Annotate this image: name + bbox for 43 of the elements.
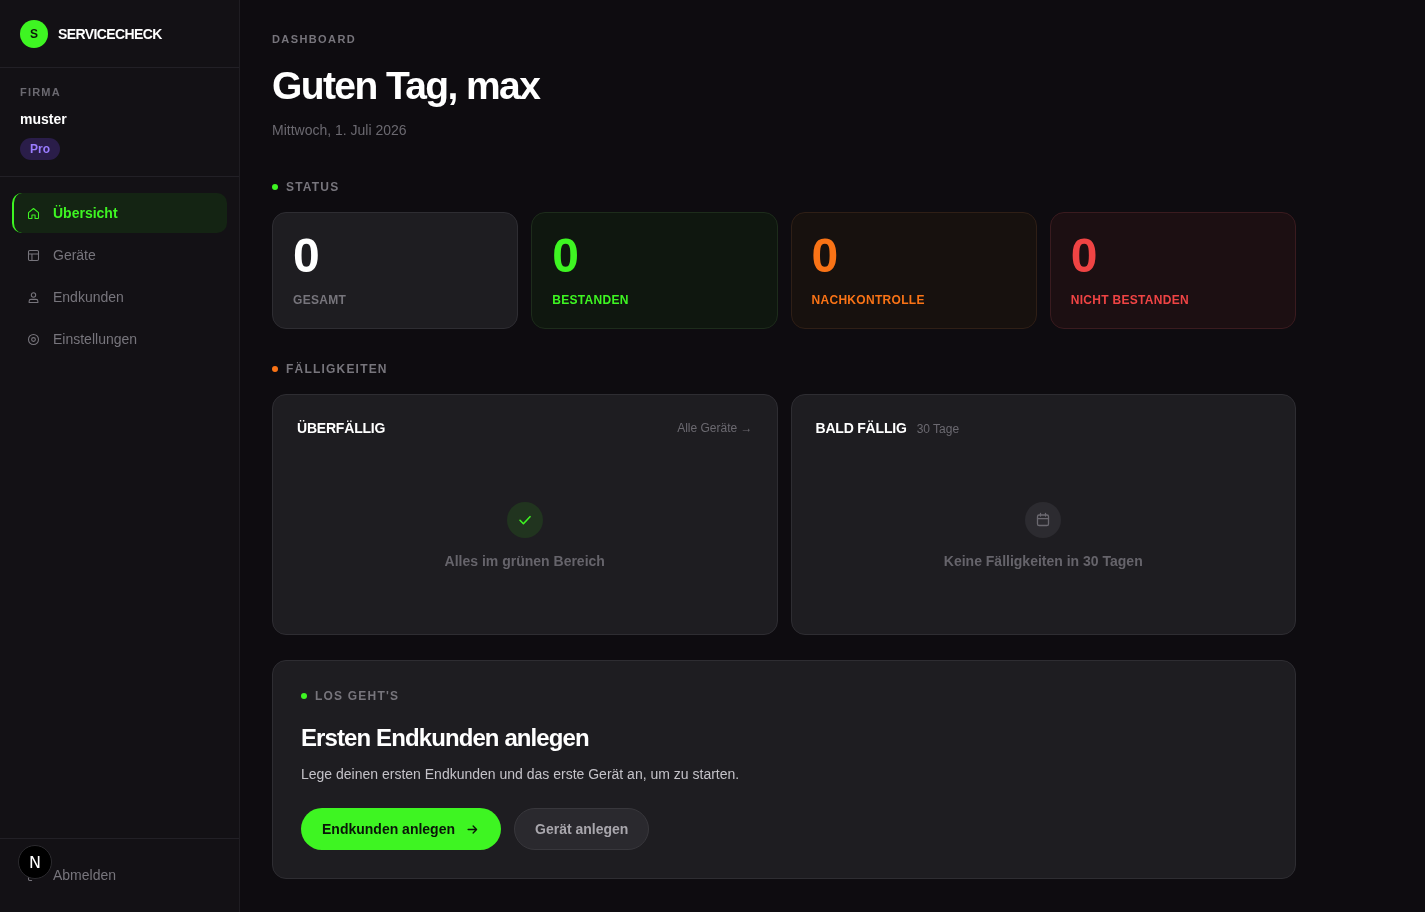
home-icon [26, 205, 41, 221]
add-device-button[interactable]: Gerät anlegen [514, 808, 650, 850]
user-icon [26, 289, 41, 305]
panel-note: 30 Tage [916, 422, 960, 436]
card-heading: Ersten Endkunden anlegen [301, 723, 590, 753]
page-title: Guten Tag, max [272, 63, 542, 109]
empty-state-text: Alles im grünen Bereich [444, 552, 605, 571]
logo-badge: S [20, 19, 48, 48]
date-text: Mittwoch, 1. Juli 2026 [272, 121, 408, 140]
status-count: 0 [293, 232, 321, 280]
all-devices-link[interactable]: Alle Geräte → [677, 421, 753, 435]
company-label: FIRMA [20, 85, 62, 100]
panel-title: ÜBERFÄLLIG [297, 420, 386, 436]
empty-state-text: Keine Fälligkeiten in 30 Tagen [943, 552, 1143, 571]
calendar-icon [1025, 502, 1062, 538]
logout-link[interactable]: Abmelden [53, 867, 117, 883]
nav-item[interactable]: Geräte [12, 235, 227, 275]
status-count: 0 [811, 232, 840, 280]
status-label: NICHT BESTANDEN [1070, 292, 1191, 308]
nav-item[interactable]: Einstellungen [12, 319, 227, 359]
add-customer-button[interactable]: Endkunden anlegen [301, 808, 501, 850]
dot-icon [301, 693, 307, 699]
nav-item[interactable]: Endkunden [12, 277, 227, 317]
company-name: muster [20, 110, 68, 128]
brand-name: SERVICECHECK [58, 25, 162, 42]
panel-layout-icon [26, 247, 41, 263]
plan-badge: Pro [20, 138, 60, 160]
check-icon [506, 502, 543, 538]
section-label: STATUS [286, 179, 340, 195]
settings-icon [26, 331, 41, 347]
section-label: LOS GEHT'S [315, 688, 400, 704]
card-description: Lege deinen ersten Endkunden und das erste Gerät an, um zu starten. [301, 765, 741, 784]
status-count: 0 [552, 232, 580, 280]
nav-item[interactable]: Übersicht [12, 193, 227, 233]
dot-icon [272, 184, 278, 190]
breadcrumb: DASHBOARD [272, 32, 358, 46]
dot-icon [272, 366, 278, 372]
panel-title: BALD FÄLLIG [815, 420, 907, 436]
status-label: NACHKONTROLLE [811, 292, 926, 308]
status-label: BESTANDEN [552, 292, 630, 308]
status-label: GESAMT [293, 292, 348, 308]
section-label: FÄLLIGKEITEN [286, 361, 388, 377]
status-count: 0 [1070, 232, 1099, 280]
